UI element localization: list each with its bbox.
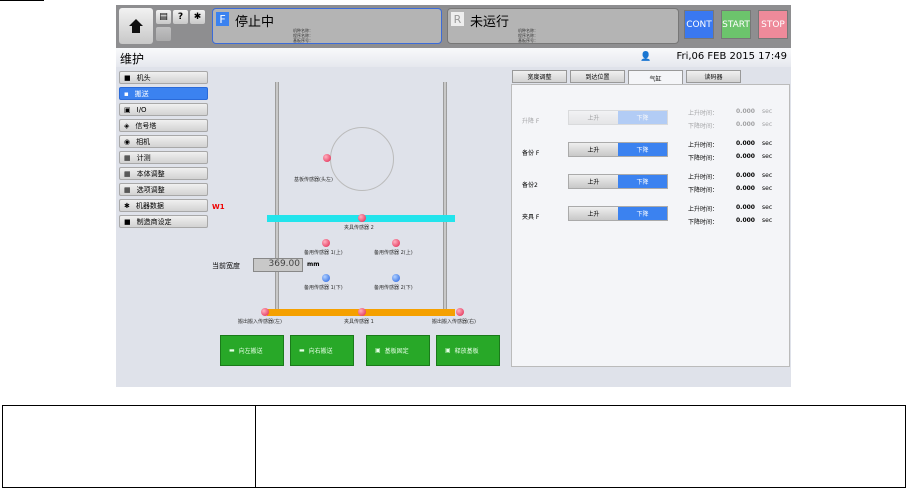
calculator-button[interactable]: ▤	[156, 10, 171, 24]
sensor-spare2-up	[392, 239, 400, 247]
release-board-button[interactable]: ▣ 释放基板	[436, 335, 500, 366]
stop-button[interactable]: STOP	[758, 10, 788, 39]
tab-barcode-reader[interactable]: 读码器	[686, 70, 741, 83]
badge-f: F	[216, 12, 229, 26]
arrow-right-icon: ▬	[299, 347, 305, 354]
manufacturer-icon: ■	[124, 217, 131, 226]
sidebar-item-body-adjust[interactable]: ▦ 本体调整	[119, 167, 208, 180]
sidebar-item-camera[interactable]: ◉ 相机	[119, 135, 208, 148]
sensor-clamp1	[358, 308, 366, 316]
cylinder-row: 备份2 上升 下降 上升时间： 0.000 sec 下降时间： 0.000 sec	[522, 172, 773, 194]
camera-icon: ◉	[124, 137, 131, 146]
arrow-left-icon: ▬	[229, 347, 235, 354]
adjust-icon: ▦	[124, 185, 131, 194]
sensor-io-left	[261, 308, 269, 316]
right-rail	[443, 82, 447, 312]
conveyor-diagram: 基板传感器(头左) W1 夹具传感器 2 备用传感器 1(上) 备用传感器 2(…	[210, 67, 510, 367]
w1-label: W1	[212, 203, 225, 211]
page-title: 维护	[120, 52, 145, 66]
sensor-range-circle	[330, 127, 394, 191]
badge-r: R	[451, 12, 464, 26]
width-value-field[interactable]: 369.00	[253, 258, 303, 272]
sensor-label: 基板传感器(头左)	[294, 177, 333, 183]
transport-right-button[interactable]: ▬ 向右搬送	[290, 335, 354, 366]
up-down-toggle[interactable]: 上升 下降	[568, 142, 668, 157]
sidebar-item-head[interactable]: ■ 机头	[119, 71, 208, 84]
tab-arrival-position[interactable]: 到达位置	[570, 70, 625, 83]
cylinder-panel: 升降 F 上升 下降 上升时间： 0.000 sec 下降时间： 0.000 sec 备份…	[511, 84, 790, 367]
sensor-label: 夹具传感器 2	[344, 225, 374, 231]
home-icon	[129, 19, 143, 33]
sensor-label: 备用传感器 1(下)	[304, 285, 343, 291]
clamp-board-button[interactable]: ▣ 基板固定	[366, 335, 430, 366]
caption-table	[2, 405, 906, 488]
sidebar-item-measure[interactable]: ▦ 计测	[119, 151, 208, 164]
adjust-icon: ▦	[124, 169, 131, 178]
measure-icon: ▦	[124, 153, 131, 162]
board-icon: ▣	[445, 347, 451, 354]
width-label: 当前宽度	[212, 262, 240, 270]
head-icon: ■	[124, 73, 131, 82]
sensor-label: 备用传感器 2(下)	[374, 285, 413, 291]
sensor-label: 搬出搬入传感器(左)	[238, 319, 282, 325]
sidebar-item-machine-data[interactable]: ✱ 机器数据	[119, 199, 208, 212]
tab-width-adjust[interactable]: 宽度调整	[512, 70, 567, 83]
up-down-toggle[interactable]: 上升 下降	[568, 110, 668, 125]
sidebar-item-io[interactable]: ▣ I/O	[119, 103, 208, 116]
disabled-button[interactable]	[156, 27, 171, 41]
status-front[interactable]: F 停止中 机种名称： 程序名称： 基板序号：	[212, 8, 442, 44]
up-down-toggle[interactable]: 上升 下降	[568, 206, 668, 221]
sidebar-item-option-adjust[interactable]: ▦ 选项调整	[119, 183, 208, 196]
sensor-label: 备用传感器 2(上)	[374, 250, 413, 256]
sensor-spare1-down	[322, 274, 330, 282]
sensor-label: 备用传感器 1(上)	[304, 250, 343, 256]
help-button[interactable]: ?	[173, 10, 188, 24]
sidebar-item-signal-tower[interactable]: ◈ 信号塔	[119, 119, 208, 132]
sidebar-item-manufacturer[interactable]: ■ 制造商设定	[119, 215, 208, 228]
sensor-label: 搬出搬入传感器(右)	[432, 319, 476, 325]
top-rule	[0, 0, 44, 1]
cont-button[interactable]: CONT	[684, 10, 714, 39]
sensor-board-head	[323, 154, 331, 162]
gear-icon: ✱	[124, 201, 130, 210]
io-icon: ▣	[124, 105, 131, 114]
left-rail	[275, 82, 279, 312]
sensor-io-right	[456, 308, 464, 316]
sensor-label: 夹具传感器 1	[344, 319, 374, 325]
up-down-toggle[interactable]: 上升 下降	[568, 174, 668, 189]
title-bar: 维护 👤 Fri,06 FEB 2015 17:49	[116, 48, 791, 67]
cylinder-row: 夹具 F 上升 下降 上升时间： 0.000 sec 下降时间： 0.000 sec	[522, 204, 773, 226]
start-button[interactable]: START	[721, 10, 751, 39]
table-cell	[3, 406, 256, 487]
transport-icon: ▪	[124, 89, 129, 98]
transport-left-button[interactable]: ▬ 向左搬送	[220, 335, 284, 366]
status-info: 机种名称： 程序名称： 基板序号：	[293, 28, 313, 43]
width-unit: mm	[307, 261, 320, 268]
right-panel: 宽度调整 到达位置 气缸 读码器 升降 F 上升 下降 上升时间： 0.000 sec…	[510, 67, 791, 369]
maintenance-app: ▤ ? ✱ F 停止中 机种名称： 程序名称： 基板序号： R 未运行 机种名称：程…	[116, 5, 791, 387]
sensor-spare2-down	[392, 274, 400, 282]
sensor-spare1-up	[322, 239, 330, 247]
cylinder-row: 升降 F 上升 下降 上升时间： 0.000 sec 下降时间： 0.000 sec	[522, 108, 773, 130]
board-icon: ▣	[375, 347, 381, 354]
cylinder-row: 备份 F 上升 下降 上升时间： 0.000 sec 下降时间： 0.000 sec	[522, 140, 773, 162]
signal-tower-icon: ◈	[124, 121, 130, 130]
datetime: Fri,06 FEB 2015 17:49	[676, 51, 787, 62]
sensor-clamp2	[358, 214, 366, 222]
tab-cylinder[interactable]: 气缸	[628, 70, 683, 85]
home-button[interactable]	[119, 8, 153, 44]
status-info: 机种名称： 程序名称： 基板序号：	[518, 28, 538, 43]
user-icon[interactable]: 👤	[640, 52, 651, 62]
sidebar-item-transport[interactable]: ▪ 搬送	[119, 87, 208, 100]
settings-button[interactable]: ✱	[190, 10, 205, 24]
header: ▤ ? ✱ F 停止中 机种名称： 程序名称： 基板序号： R 未运行 机种名称：程…	[116, 5, 791, 48]
status-rear[interactable]: R 未运行 机种名称： 程序名称： 基板序号：	[447, 8, 679, 44]
